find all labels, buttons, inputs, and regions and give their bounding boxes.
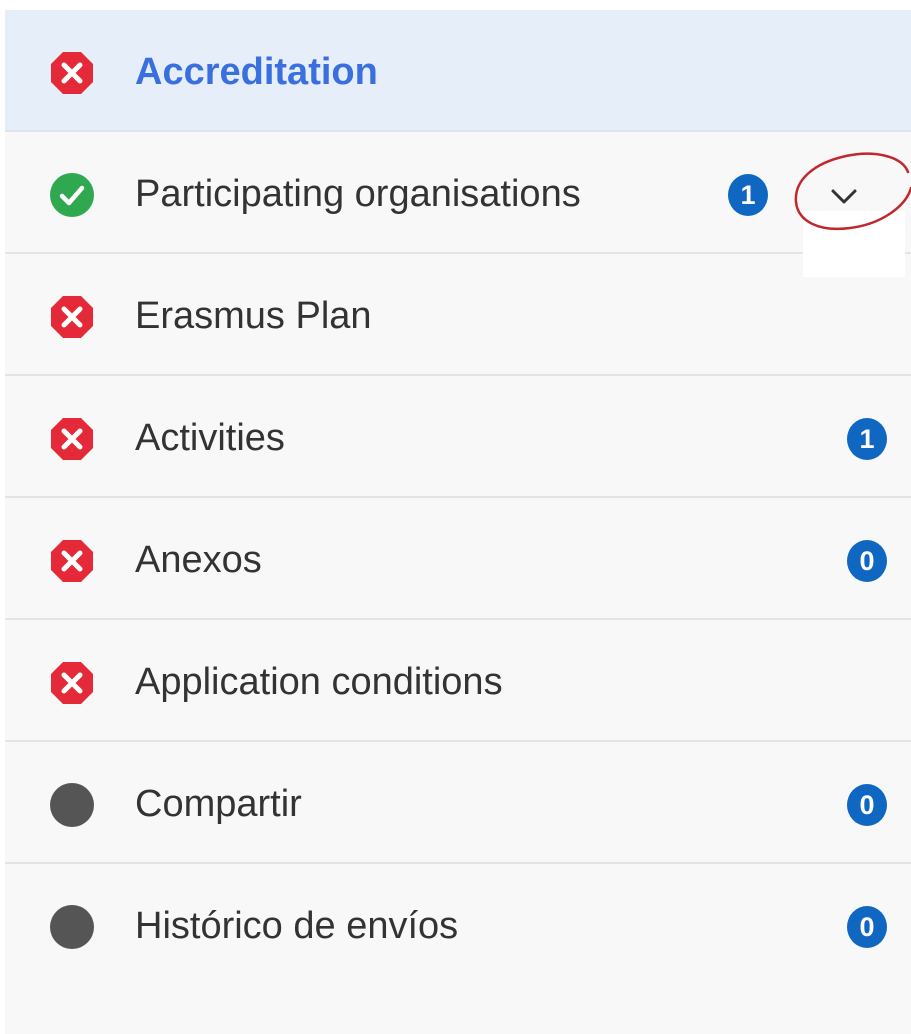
nav-item-label: Accreditation bbox=[135, 51, 378, 93]
grey-dot-icon bbox=[50, 783, 94, 827]
nav-item-compartir[interactable]: Compartir 0 bbox=[5, 742, 911, 864]
count-badge: 0 bbox=[847, 906, 887, 948]
error-octagon-icon bbox=[51, 296, 93, 338]
nav-item-accreditation[interactable]: Accreditation bbox=[5, 10, 911, 132]
count-badge: 1 bbox=[847, 418, 887, 460]
nav-item-label: Anexos bbox=[135, 539, 262, 581]
grey-dot-icon bbox=[50, 905, 94, 949]
expand-toggle-background bbox=[803, 211, 905, 277]
nav-item-application-conditions[interactable]: Application conditions bbox=[5, 620, 911, 742]
nav-item-participating-organisations[interactable]: Participating organisations 1 bbox=[5, 132, 911, 254]
nav-item-activities[interactable]: Activities 1 bbox=[5, 376, 911, 498]
error-octagon-icon bbox=[51, 662, 93, 704]
count-badge: 1 bbox=[728, 174, 768, 216]
nav-item-label: Participating organisations bbox=[135, 173, 581, 215]
nav-item-erasmus-plan[interactable]: Erasmus Plan bbox=[5, 254, 911, 376]
error-octagon-icon bbox=[51, 540, 93, 582]
count-badge: 0 bbox=[847, 540, 887, 582]
error-octagon-icon bbox=[51, 52, 93, 94]
nav-item-label: Erasmus Plan bbox=[135, 295, 372, 337]
nav-item-label: Application conditions bbox=[135, 661, 503, 703]
check-circle-icon bbox=[50, 173, 94, 217]
section-navigation: Accreditation Participating organisation… bbox=[5, 10, 911, 1034]
error-octagon-icon bbox=[51, 418, 93, 460]
nav-item-label: Compartir bbox=[135, 783, 302, 825]
nav-item-anexos[interactable]: Anexos 0 bbox=[5, 498, 911, 620]
nav-item-label: Activities bbox=[135, 417, 285, 459]
chevron-down-icon[interactable] bbox=[830, 188, 858, 206]
nav-item-historico-de-envios[interactable]: Histórico de envíos 0 bbox=[5, 864, 911, 986]
nav-item-label: Histórico de envíos bbox=[135, 905, 459, 947]
count-badge: 0 bbox=[847, 784, 887, 826]
